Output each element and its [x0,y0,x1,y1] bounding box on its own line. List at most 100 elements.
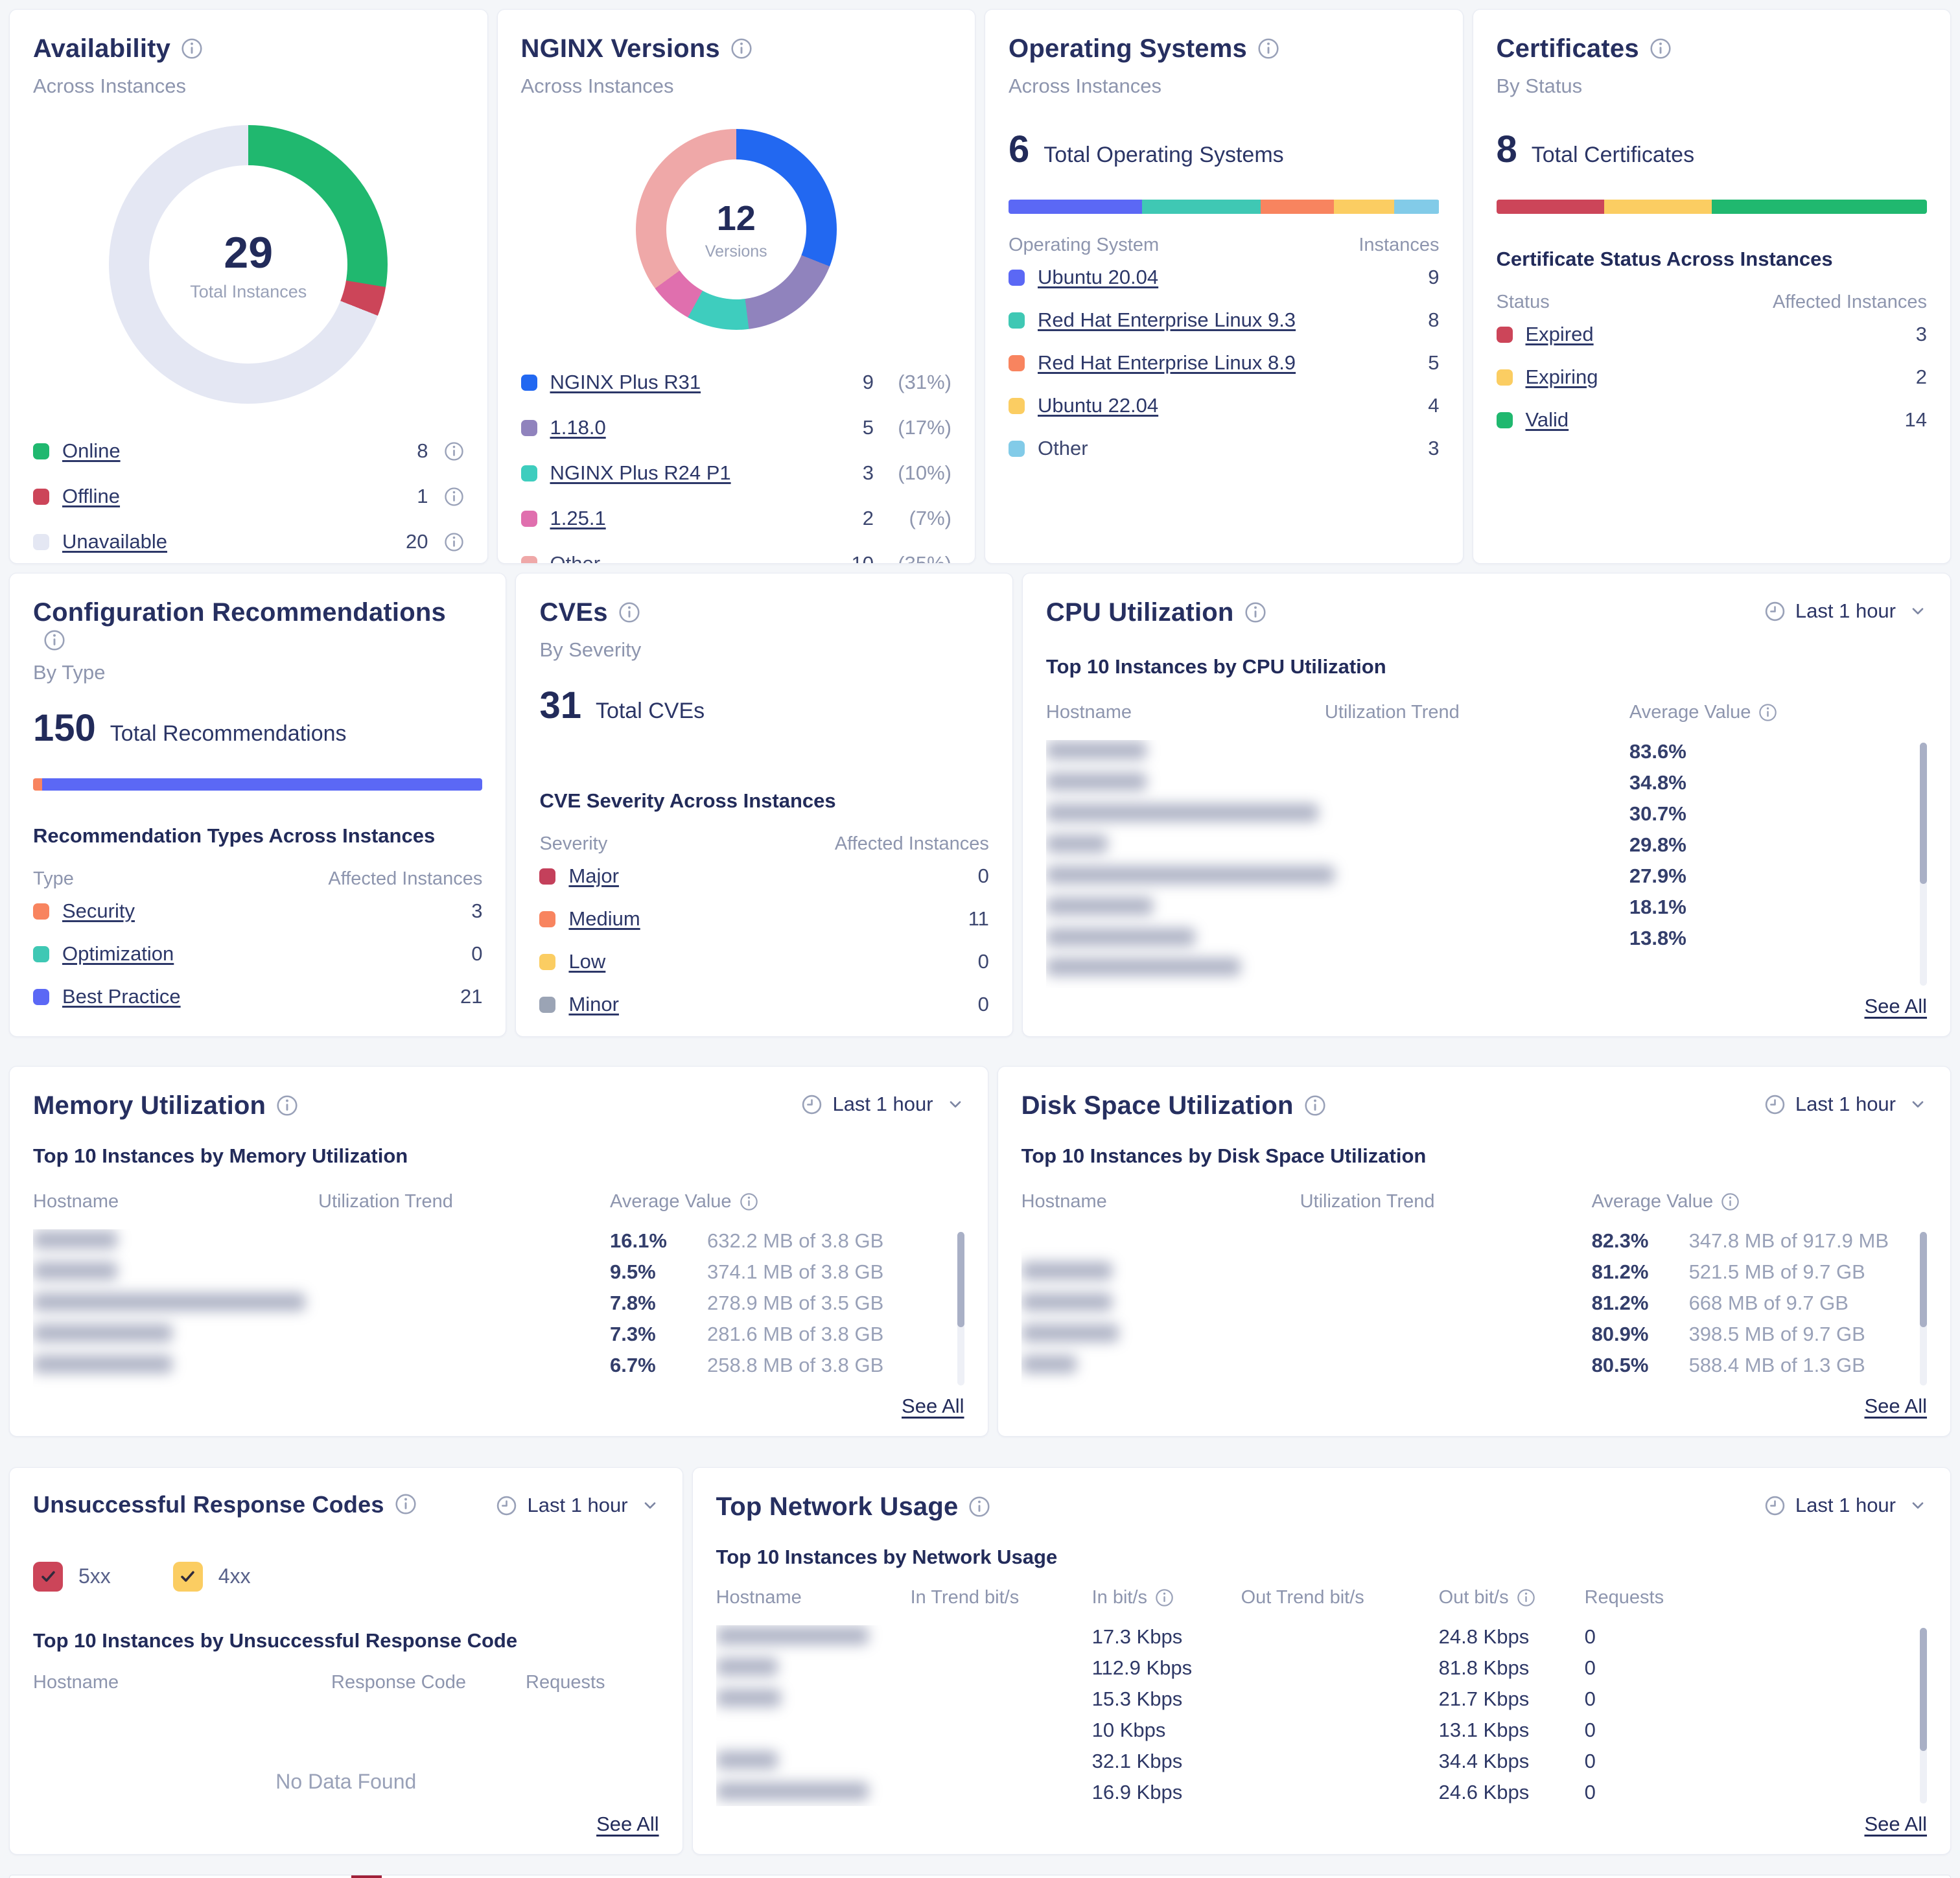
blurred-hostname[interactable] [33,1262,117,1280]
info-icon[interactable] [276,1095,298,1117]
blurred-hostname[interactable] [1046,804,1318,822]
row-label[interactable]: Minor [568,993,619,1016]
info-icon[interactable] [1721,1192,1740,1211]
blurred-hostname[interactable] [1021,1355,1077,1373]
urc-see-all-link[interactable]: See All [596,1813,659,1836]
row-swatch [1497,369,1513,386]
row-label[interactable]: Red Hat Enterprise Linux 9.3 [1038,308,1296,332]
list-scrollbar[interactable] [1920,1628,1927,1803]
cpu-row: 30.7% [1046,802,1927,826]
row-label[interactable]: Valid [1526,408,1569,432]
row-label[interactable]: Expired [1526,323,1594,346]
disk-timerange-select[interactable]: Last 1 hour [1764,1093,1927,1116]
certificates-totals: 8 Total Certificates [1497,128,1928,171]
row-label[interactable]: Best Practice [62,985,181,1008]
network-col-out: Out bit/s [1439,1587,1509,1608]
blurred-hostname[interactable] [33,1231,117,1249]
row-value: 3 [471,899,482,923]
hostname-cell [33,1293,318,1314]
blurred-hostname[interactable] [1046,897,1153,915]
blurred-hostname[interactable] [33,1293,305,1311]
memory-timerange-select[interactable]: Last 1 hour [800,1093,964,1116]
blurred-hostname[interactable] [716,1751,778,1769]
info-icon[interactable] [395,1493,417,1515]
table-row: Optimization0 [33,933,482,975]
info-icon[interactable] [1257,38,1279,60]
blurred-hostname[interactable] [1046,741,1147,759]
info-icon[interactable] [43,629,65,651]
row-label[interactable]: Expiring [1526,365,1598,389]
info-icon[interactable] [1155,1588,1174,1607]
blurred-hostname[interactable] [716,1627,869,1645]
info-icon[interactable] [1650,38,1672,60]
info-icon[interactable] [1758,703,1777,722]
in-value: 32.1 Kbps [1092,1750,1241,1773]
urc-timerange-select[interactable]: Last 1 hour [495,1494,659,1517]
row-label[interactable]: Security [62,899,135,923]
filter-4xx[interactable]: 4xx [173,1562,251,1592]
nginx-versions-header: NGINX Versions [521,32,952,65]
blurred-hostname[interactable] [716,1658,778,1676]
row-label[interactable]: Major [568,864,619,888]
blurred-hostname[interactable] [1021,1324,1119,1342]
info-icon[interactable] [968,1496,990,1518]
memory-table-head: Hostname Utilization Trend Average Value [33,1191,964,1212]
row-label[interactable]: Low [568,950,605,973]
disk-table-head: Hostname Utilization Trend Average Value [1021,1191,1927,1212]
legend-percent: (17%) [874,416,951,439]
row-label[interactable]: Red Hat Enterprise Linux 8.9 [1038,351,1296,375]
info-icon[interactable] [1244,601,1266,623]
blurred-hostname[interactable] [1046,772,1147,791]
list-scrollbar[interactable] [1920,743,1927,986]
legend-label[interactable]: NGINX Plus R24 P1 [550,461,731,485]
disk-see-all-link[interactable]: See All [1864,1395,1927,1418]
cpu-see-all-link[interactable]: See All [1864,995,1927,1018]
info-icon[interactable] [1304,1095,1326,1117]
blurred-hostname[interactable] [1046,928,1195,946]
legend-label[interactable]: 1.18.0 [550,416,606,439]
legend-label[interactable]: Offline [62,485,120,508]
network-timerange-select[interactable]: Last 1 hour [1764,1494,1927,1517]
out-value: 24.6 Kbps [1439,1781,1585,1804]
row-value: 3 [1428,437,1439,460]
info-icon[interactable] [444,532,464,552]
checkbox-4xx[interactable] [173,1562,203,1592]
chevron-down-icon [1909,602,1927,620]
blurred-hostname[interactable] [1046,866,1335,884]
row-label[interactable]: Medium [568,907,640,931]
legend-label[interactable]: 1.25.1 [550,507,606,530]
info-icon[interactable] [618,601,640,623]
checkbox-5xx[interactable] [33,1562,63,1592]
blurred-hostname[interactable] [716,1689,781,1707]
row-swatch [539,954,555,970]
network-see-all-link[interactable]: See All [1864,1813,1927,1836]
dashboard-page: Availability Across Instances 29 Total I… [0,0,1960,1878]
legend-label[interactable]: Online [62,439,121,463]
filter-5xx[interactable]: 5xx [33,1562,111,1592]
legend-label[interactable]: NGINX Plus R31 [550,371,701,394]
memory-see-all-link[interactable]: See All [902,1395,964,1418]
blurred-hostname[interactable] [1046,958,1241,976]
blurred-hostname[interactable] [1021,1262,1112,1280]
info-icon[interactable] [730,38,752,60]
blurred-hostname[interactable] [1046,835,1108,853]
table-row: Best Practice21 [33,975,482,1018]
table-row: Red Hat Enterprise Linux 8.95 [1009,342,1440,384]
list-scrollbar[interactable] [957,1232,964,1385]
legend-label[interactable]: Unavailable [62,530,167,553]
row-label[interactable]: Ubuntu 22.04 [1038,394,1158,417]
info-icon[interactable] [1517,1588,1535,1607]
info-icon[interactable] [181,38,203,60]
blurred-hostname[interactable] [716,1782,869,1800]
blurred-hostname[interactable] [33,1324,172,1342]
cpu-col-hostname: Hostname [1046,702,1325,723]
blurred-hostname[interactable] [1021,1293,1112,1311]
cpu-timerange-select[interactable]: Last 1 hour [1764,599,1927,623]
row-label[interactable]: Optimization [62,942,174,966]
info-icon[interactable] [444,487,464,507]
list-scrollbar[interactable] [1920,1232,1927,1385]
info-icon[interactable] [740,1192,758,1211]
blurred-hostname[interactable] [33,1355,172,1373]
info-icon[interactable] [444,441,464,461]
row-label[interactable]: Ubuntu 20.04 [1038,266,1158,289]
